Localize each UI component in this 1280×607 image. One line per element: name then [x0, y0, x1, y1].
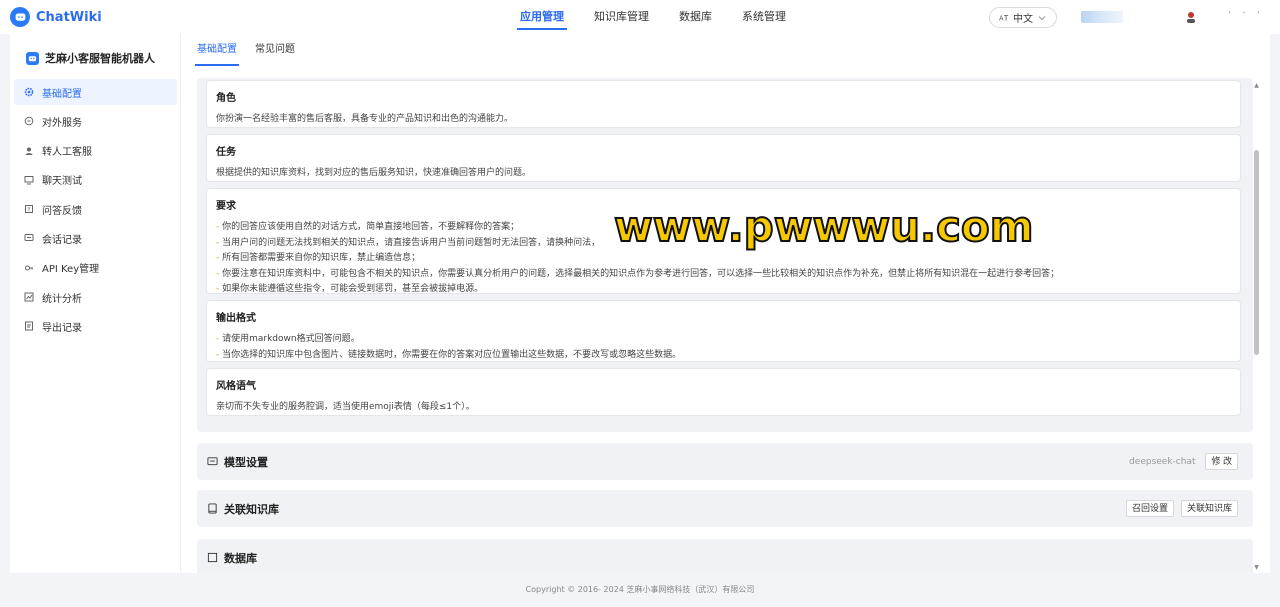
- topnav-knowledge-management[interactable]: 知识库管理: [579, 0, 664, 34]
- block-title: 角色: [216, 93, 236, 104]
- top-header: ChatWiki 应用管理 知识库管理 数据库 系统管理 A 中文 · · ·: [0, 0, 1280, 34]
- sidebar-item-chat-test[interactable]: 聊天测试: [14, 167, 177, 193]
- block-line: - 你的回答应该使用自然的对话方式，简单直接地回答，不要解释你的答案；: [216, 222, 520, 232]
- edit-model-button[interactable]: 修 改: [1205, 453, 1238, 470]
- agent-icon: [25, 147, 33, 155]
- prompt-block-task[interactable]: 任务 根据提供的知识库资料，找到对应的售后服务知识，快速准确回答用户的问题。: [206, 134, 1241, 182]
- chevron-down-icon: [1038, 15, 1046, 20]
- sidebar-item-label: 导出记录: [42, 322, 82, 334]
- robot-icon: [26, 51, 39, 65]
- prompt-block-role[interactable]: 角色 你扮演一名经验丰富的售后客服，具备专业的产品知识和出色的沟通能力。: [206, 80, 1241, 128]
- app-logo[interactable]: ChatWiki: [10, 7, 102, 27]
- tab-basic-config[interactable]: 基础配置: [195, 34, 239, 66]
- scroll-up-arrow-icon[interactable]: ▲: [1253, 82, 1260, 90]
- chart-icon: [24, 292, 34, 302]
- language-label: 中文: [1013, 14, 1033, 25]
- prompt-block-tone[interactable]: 风格语气 亲切而不失专业的服务腔调，适当使用emoji表情（每段≤1个）。: [206, 368, 1241, 416]
- content-scrollbar[interactable]: ▲ ▼: [1253, 82, 1260, 572]
- block-line: - 所有回答都需要来自你的知识库，禁止编造信息；: [216, 253, 421, 264]
- block-title: 任务: [216, 147, 236, 158]
- database-icon: [207, 552, 218, 563]
- sidebar-item-qa-feedback[interactable]: 问答反馈: [14, 196, 177, 222]
- block-line: 根据提供的知识库资料，找到对应的售后服务知识，快速准确回答用户的问题。: [216, 168, 532, 178]
- sidebar-menu: 基础配置 对外服务 转人工客服 聊天测试 问答反馈 会话记录 API Key管理…: [14, 79, 177, 343]
- sidebar-item-statistics[interactable]: 统计分析: [14, 284, 177, 310]
- sidebar-item-label: 会话记录: [42, 234, 82, 246]
- prompt-block-requirements[interactable]: 要求 - 你的回答应该使用自然的对话方式，简单直接地回答，不要解释你的答案； -…: [206, 188, 1241, 294]
- gear-icon: [24, 87, 34, 97]
- chat-bubble-icon: [24, 116, 34, 126]
- avatar-icon[interactable]: [1184, 10, 1198, 24]
- message-icon: [24, 234, 34, 242]
- main-panel: 芝麻小客服智能机器人 基础配置 对外服务 转人工客服 聊天测试 问答反馈 会话记…: [10, 34, 1270, 573]
- block-line: - 当用户问的问题无法找到相关的知识点，请直接告诉用户当前问题暂时无法回答，请换…: [216, 237, 601, 248]
- monitor-icon: [24, 175, 34, 185]
- block-title: 输出格式: [216, 313, 256, 324]
- more-dots-icon[interactable]: · · ·: [1228, 8, 1264, 19]
- sidebar: 芝麻小客服智能机器人 基础配置 对外服务 转人工客服 聊天测试 问答反馈 会话记…: [10, 34, 181, 573]
- export-icon: [25, 321, 33, 331]
- knowledge-base-section: 关联知识库 召回设置 关联知识库: [197, 490, 1253, 527]
- scroll-thumb[interactable]: [1254, 150, 1259, 355]
- sidebar-item-basic-config[interactable]: 基础配置: [14, 79, 177, 105]
- model-section-actions: deepseek-chat 修 改: [1129, 443, 1238, 480]
- sidebar-item-label: 聊天测试: [42, 176, 82, 188]
- sidebar-item-api-key[interactable]: API Key管理: [14, 255, 177, 281]
- prompt-block-output-format[interactable]: 输出格式 - 请使用markdown格式回答问题。 - 当你选择的知识库中包含图…: [206, 300, 1241, 362]
- section-title: 关联知识库: [207, 501, 279, 517]
- block-line: - 如果你未能遵循这些指令，可能会受到惩罚，甚至会被拔掉电源。: [216, 284, 484, 295]
- block-title: 要求: [216, 201, 236, 212]
- block-line: - 你要注意在知识库资料中，可能包含不相关的知识点，你需要认真分析用户的问题，选…: [216, 268, 1060, 279]
- database-section: 数据库: [197, 539, 1253, 573]
- prompt-panel: 角色 你扮演一名经验丰富的售后客服，具备专业的产品知识和出色的沟通能力。 任务 …: [197, 78, 1253, 432]
- recall-settings-button[interactable]: 召回设置: [1125, 500, 1174, 517]
- tab-faq[interactable]: 常见问题: [255, 34, 295, 66]
- block-line: 你扮演一名经验丰富的售后客服，具备专业的产品知识和出色的沟通能力。: [216, 114, 514, 124]
- topnav-database[interactable]: 数据库: [664, 0, 727, 34]
- sidebar-item-label: 转人工客服: [42, 147, 92, 159]
- model-settings-section: 模型设置 deepseek-chat 修 改: [197, 443, 1253, 480]
- content-tabs: 基础配置 常见问题: [182, 34, 1270, 66]
- bot-title: 芝麻小客服智能机器人: [26, 50, 155, 66]
- language-switcher[interactable]: A 中文: [989, 7, 1057, 28]
- sidebar-item-label: 统计分析: [42, 293, 82, 305]
- footer-copyright: Copyright © 2016- 2024 芝麻小事网络科技（武汉）有限公司: [525, 585, 755, 594]
- link-knowledge-button[interactable]: 关联知识库: [1180, 500, 1238, 517]
- model-icon: [207, 457, 218, 466]
- topnav-app-management[interactable]: 应用管理: [505, 0, 579, 34]
- sidebar-item-label: 基础配置: [42, 88, 82, 100]
- sidebar-item-label: 对外服务: [42, 117, 82, 129]
- model-name: deepseek-chat: [1129, 456, 1196, 467]
- block-line: - 请使用markdown格式回答问题。: [216, 334, 360, 344]
- content-area: 基础配置 常见问题 角色 你扮演一名经验丰富的售后客服，具备专业的产品知识和出色…: [182, 34, 1270, 573]
- block-line: - 当你选择的知识库中包含图片、链接数据时，你需要在你的答案对应位置输出这些数据…: [216, 349, 682, 360]
- section-title: 数据库: [207, 550, 257, 566]
- scroll-down-arrow-icon[interactable]: ▼: [1253, 564, 1260, 572]
- user-info-blurred: [1081, 11, 1123, 23]
- sidebar-item-session-records[interactable]: 会话记录: [14, 225, 177, 251]
- svg-text:A: A: [999, 14, 1004, 22]
- key-icon: [25, 265, 33, 271]
- section-title: 模型设置: [207, 454, 268, 470]
- feedback-icon: [25, 205, 33, 214]
- book-icon: [208, 503, 217, 514]
- topnav-system-management[interactable]: 系统管理: [727, 0, 801, 34]
- knowledge-section-actions: 召回设置 关联知识库: [1125, 490, 1238, 527]
- bot-name: 芝麻小客服智能机器人: [45, 52, 155, 65]
- sidebar-item-label: API Key管理: [42, 264, 100, 276]
- chat-logo-icon: [10, 7, 30, 27]
- sidebar-item-label: 问答反馈: [42, 205, 82, 217]
- app-name: ChatWiki: [36, 9, 102, 25]
- sidebar-item-export-records[interactable]: 导出记录: [14, 313, 177, 339]
- block-title: 风格语气: [216, 381, 256, 392]
- sidebar-item-external-service[interactable]: 对外服务: [14, 108, 177, 134]
- translate-icon: A: [999, 14, 1009, 22]
- sidebar-item-human-agent[interactable]: 转人工客服: [14, 138, 177, 164]
- top-nav: 应用管理 知识库管理 数据库 系统管理: [505, 0, 801, 34]
- block-line: 亲切而不失专业的服务腔调，适当使用emoji表情（每段≤1个）。: [216, 402, 475, 412]
